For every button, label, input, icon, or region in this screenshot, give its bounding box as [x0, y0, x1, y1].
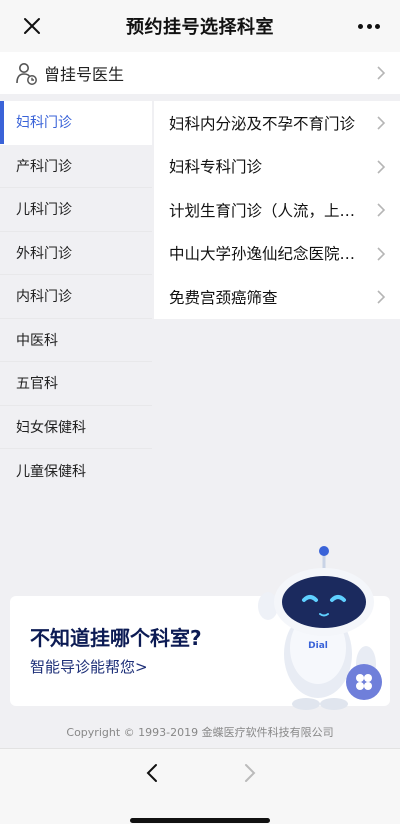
previous-doctor-row[interactable]: 曾挂号医生 [0, 52, 400, 94]
smart-triage-banner[interactable]: 不知道挂哪个科室? 智能导诊能帮您> Dial [10, 546, 390, 710]
bottom-nav-bar [0, 748, 400, 824]
sidebar-item-womens-health[interactable]: 妇女保健科 [0, 405, 152, 449]
forward-arrow-icon[interactable] [240, 763, 258, 783]
department-item[interactable]: 妇科专科门诊 [154, 145, 400, 189]
back-arrow-icon[interactable] [144, 763, 162, 783]
menu-fab-button[interactable] [346, 664, 382, 700]
banner-title: 不知道挂哪个科室? [30, 626, 202, 650]
sidebar-item-label: 外科门诊 [16, 245, 72, 262]
sidebar-item-gynecology[interactable]: 妇科门诊 [0, 101, 152, 145]
previous-doctor-label: 曾挂号医生 [44, 65, 125, 84]
sidebar-item-child-health[interactable]: 儿童保健科 [0, 449, 152, 493]
chevron-right-icon [377, 203, 386, 217]
sidebar-item-obstetrics[interactable]: 产科门诊 [0, 144, 152, 188]
department-label: 计划生育门诊（人流，上环等） [169, 201, 364, 220]
sidebar-item-label: 妇科门诊 [16, 115, 72, 132]
chevron-right-icon [377, 66, 386, 80]
chevron-right-icon [377, 246, 386, 261]
sidebar-item-label: 五官科 [16, 376, 58, 393]
sidebar-item-tcm[interactable]: 中医科 [0, 318, 152, 362]
sidebar-item-label: 儿童保健科 [16, 463, 86, 480]
sidebar-item-internal-medicine[interactable]: 内科门诊 [0, 275, 152, 319]
chevron-right-icon [377, 116, 386, 130]
sidebar-item-label: 产科门诊 [16, 158, 72, 175]
home-indicator [130, 818, 270, 823]
department-item[interactable]: 妇科内分泌及不孕不育门诊 [154, 101, 400, 145]
doctor-icon [16, 63, 37, 85]
department-label: 中山大学孙逸仙纪念医院专家门诊 [169, 245, 364, 264]
sidebar-item-label: 中医科 [16, 332, 58, 349]
sidebar-item-ent[interactable]: 五官科 [0, 362, 152, 406]
page-title: 预约挂号选择科室 [126, 17, 274, 38]
sidebar-item-label: 儿科门诊 [16, 202, 72, 219]
sidebar-item-surgery[interactable]: 外科门诊 [0, 231, 152, 275]
department-label: 妇科内分泌及不孕不育门诊 [169, 114, 356, 133]
sidebar-item-label: 妇女保健科 [16, 419, 86, 436]
chevron-right-icon [377, 290, 386, 304]
chevron-right-icon [377, 159, 386, 174]
department-list: 妇科内分泌及不孕不育门诊 妇科专科门诊 计划生育门诊（人流，上环等） 中山大学孙… [154, 101, 400, 319]
sidebar-item-label: 内科门诊 [16, 289, 72, 306]
department-item[interactable]: 中山大学孙逸仙纪念医院专家门诊 [154, 232, 400, 276]
top-nav-bar: 预约挂号选择科室 [0, 0, 400, 52]
close-icon[interactable] [22, 16, 42, 36]
category-sidebar: 妇科门诊 产科门诊 儿科门诊 外科门诊 内科门诊 中医科 五官科 妇女保健科 儿… [0, 101, 152, 493]
department-item[interactable]: 免费宫颈癌筛查 [154, 275, 400, 319]
grid-icon [356, 674, 372, 690]
department-label: 妇科专科门诊 [169, 158, 263, 177]
sidebar-item-pediatrics[interactable]: 儿科门诊 [0, 188, 152, 232]
more-icon[interactable] [358, 16, 380, 36]
robot-badge: Dial [308, 641, 328, 651]
copyright-text: Copyright © 1993-2019 金蝶医疗软件科技有限公司 [66, 726, 334, 739]
department-item[interactable]: 计划生育门诊（人流，上环等） [154, 188, 400, 232]
banner-subtitle-link[interactable]: 智能导诊能帮您> [30, 656, 148, 677]
department-label: 免费宫颈癌筛查 [169, 288, 278, 307]
